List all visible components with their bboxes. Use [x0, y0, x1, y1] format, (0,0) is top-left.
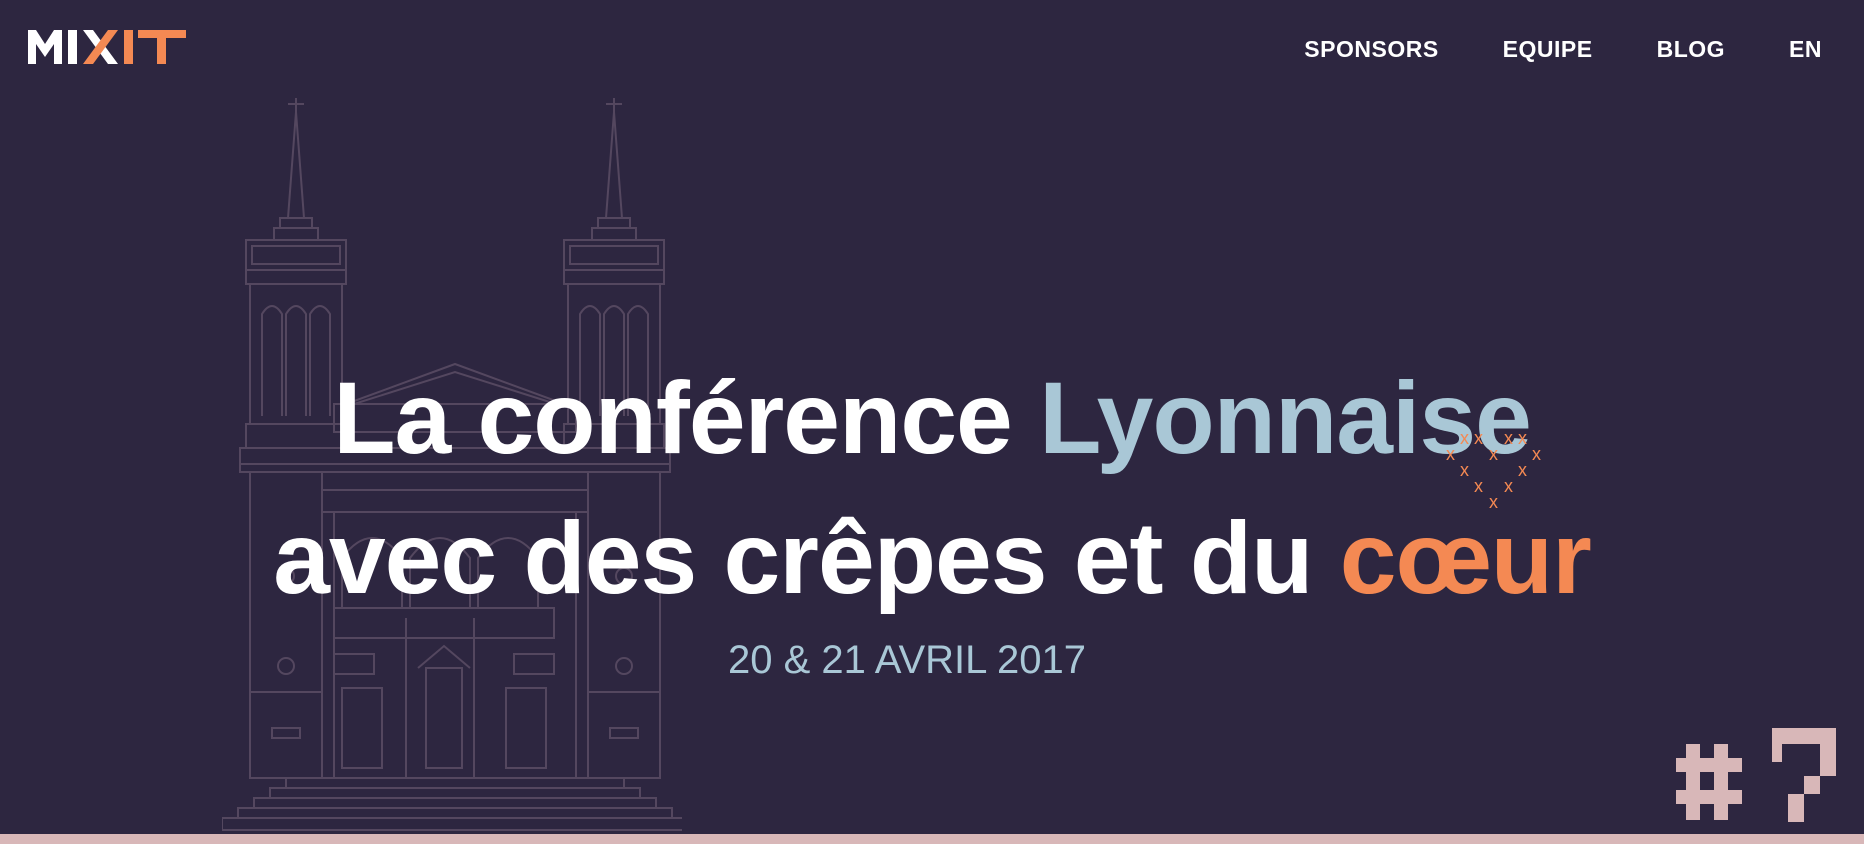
- heart-stitch-6: x: [1489, 444, 1498, 464]
- headline-line-1: La conférence Lyonnaise: [0, 348, 1864, 488]
- heart-stitch-1: x: [1460, 428, 1469, 448]
- bottom-border-bar: [0, 834, 1864, 844]
- site-header: SPONSORS EQUIPE BLOG EN: [0, 0, 1864, 100]
- heart-stitch-9: x: [1518, 460, 1527, 480]
- heart-stitch-2: x: [1474, 428, 1483, 448]
- edition-number-pixel-art: [1676, 728, 1836, 822]
- heart-stitch-10: x: [1474, 476, 1483, 496]
- nav-blog[interactable]: BLOG: [1657, 34, 1725, 64]
- event-date: 20 & 21 AVRIL 2017: [727, 638, 1087, 682]
- mixit-logo[interactable]: [28, 26, 188, 66]
- headline-line-2: avec des crêpes et du cœur: [0, 488, 1864, 628]
- heart-stitch-4: x: [1518, 428, 1527, 448]
- headline-text-conference: La conférence: [333, 361, 1040, 476]
- mixit-logo-mark: [28, 30, 186, 64]
- nav-equipe[interactable]: EQUIPE: [1503, 34, 1593, 64]
- main-nav: SPONSORS EQUIPE BLOG EN: [1304, 34, 1822, 64]
- nav-language-en[interactable]: EN: [1789, 34, 1822, 64]
- headline-text-crepes: avec des crêpes et du: [273, 501, 1340, 616]
- heart-stitch-5: x: [1446, 444, 1455, 464]
- heart-stitch-8: x: [1460, 460, 1469, 480]
- heart-stitch-12: x: [1489, 492, 1498, 512]
- headline-text-coeur: cœur: [1339, 501, 1592, 616]
- edition-badge: #7: [1676, 728, 1836, 822]
- cross-stitch-heart-icon: x x x x x x x x x x x x: [1446, 428, 1541, 512]
- hero-headline: La conférence Lyonnaise avec des crêpes …: [0, 348, 1864, 628]
- heart-stitch-11: x: [1504, 476, 1513, 496]
- heart-stitch-3: x: [1504, 428, 1513, 448]
- nav-sponsors[interactable]: SPONSORS: [1304, 34, 1438, 64]
- heart-stitches: x x x x x x x x x x x x: [1446, 428, 1541, 512]
- heart-stitch-7: x: [1532, 444, 1541, 464]
